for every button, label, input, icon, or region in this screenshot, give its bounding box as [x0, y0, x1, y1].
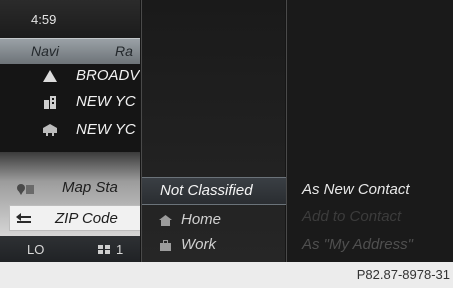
channel-number: 1 [116, 242, 124, 257]
option-work-label: Work [181, 236, 216, 253]
action-menu: As New Contact Add to Contact As "My Add… [286, 0, 453, 262]
mode-label: LO [27, 242, 45, 257]
zip-code-item[interactable]: ZIP Code [9, 205, 140, 231]
tab-navi[interactable]: Navi [31, 43, 59, 59]
as-new-contact-button[interactable]: As New Contact [302, 181, 410, 198]
triangle-icon [43, 70, 57, 82]
option-not-classified[interactable]: Not Classified [142, 177, 286, 205]
radio-channel-icon [98, 245, 110, 254]
status-bar: LO 1 [0, 236, 140, 262]
option-home-label: Home [181, 211, 222, 228]
zip-code-label: ZIP Code [55, 210, 118, 227]
list-item[interactable]: BROADV [0, 63, 140, 89]
status-header: 4:59 [0, 0, 140, 38]
back-arrow-icon [16, 213, 31, 223]
tab-bar: Navi Ra [0, 38, 140, 64]
list-item[interactable]: NEW YC [0, 117, 140, 143]
option-work[interactable]: Work [142, 233, 286, 257]
list-item-label: NEW YC [76, 93, 136, 110]
work-icon [160, 240, 171, 251]
map-station-label: Map Sta [62, 179, 118, 196]
option-not-classified-label: Not Classified [160, 182, 253, 199]
tab-radio[interactable]: Ra [115, 43, 133, 59]
head-unit-screen: 4:59 Navi Ra BROADV NEW YC NEW YC Map St… [0, 0, 453, 262]
building-icon [44, 96, 56, 109]
add-to-contact-button: Add to Contact [302, 208, 402, 225]
list-item-label: BROADV [76, 67, 140, 84]
map-station-item[interactable]: Map Sta [9, 178, 140, 200]
list-item-label: NEW YC [76, 121, 136, 138]
figure-reference: P82.87-8978-31 [356, 267, 450, 282]
option-home[interactable]: Home [142, 208, 286, 232]
as-my-address-button: As "My Address" [302, 236, 413, 253]
clock: 4:59 [31, 12, 57, 27]
map-icon [17, 184, 34, 195]
category-menu: Not Classified Home Work [141, 0, 286, 262]
list-item[interactable]: NEW YC [0, 89, 140, 115]
left-menu-panel: Map Sta ZIP Code [0, 152, 140, 236]
home-icon [159, 215, 172, 226]
landmark-icon [43, 124, 57, 136]
left-column: 4:59 Navi Ra BROADV NEW YC NEW YC Map St… [0, 0, 140, 262]
